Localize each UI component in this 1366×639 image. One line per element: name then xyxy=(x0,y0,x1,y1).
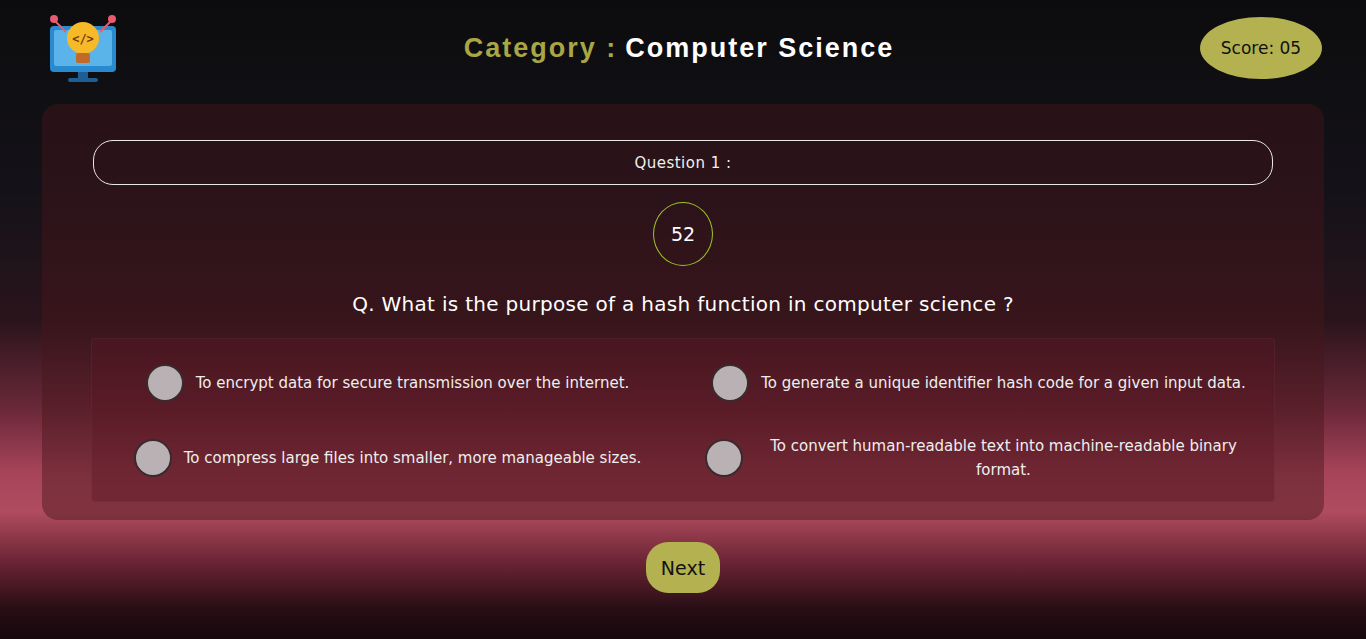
option-label: To encrypt data for secure transmission … xyxy=(196,371,630,395)
category-value: Computer Science xyxy=(625,33,894,63)
radio-button[interactable] xyxy=(146,364,184,402)
category-label: Category : xyxy=(464,33,618,63)
radio-button[interactable] xyxy=(134,439,172,477)
option-label: To generate a unique identifier hash cod… xyxy=(761,371,1246,395)
answer-option[interactable]: To generate a unique identifier hash cod… xyxy=(683,345,1274,420)
quiz-page: </>Category :Computer ScienceScore: 05Qu… xyxy=(0,0,1366,639)
question-text: Q. What is the purpose of a hash functio… xyxy=(352,292,1014,316)
radio-button[interactable] xyxy=(705,439,743,477)
options-panel: To encrypt data for secure transmission … xyxy=(91,338,1275,502)
radio-button[interactable] xyxy=(711,364,749,402)
svg-text:</>: </> xyxy=(72,32,94,46)
next-button[interactable]: Next xyxy=(646,542,720,593)
code-bulb-logo-icon: </> xyxy=(48,12,118,84)
category-title: Category :Computer Science xyxy=(118,33,1200,64)
score-badge: Score: 05 xyxy=(1200,17,1322,79)
answer-option[interactable]: To compress large files into smaller, mo… xyxy=(92,420,683,495)
footer: Next xyxy=(0,542,1366,593)
answer-option[interactable]: To convert human-readable text into mach… xyxy=(683,420,1274,495)
header: </>Category :Computer ScienceScore: 05 xyxy=(0,0,1366,104)
question-number-bar: Question 1 : xyxy=(93,140,1273,185)
option-label: To compress large files into smaller, mo… xyxy=(184,446,642,470)
timer: 52 xyxy=(653,202,713,266)
question-card: Question 1 : 52 Q. What is the purpose of … xyxy=(42,104,1324,520)
answer-option[interactable]: To encrypt data for secure transmission … xyxy=(92,345,683,420)
option-label: To convert human-readable text into mach… xyxy=(755,434,1252,482)
